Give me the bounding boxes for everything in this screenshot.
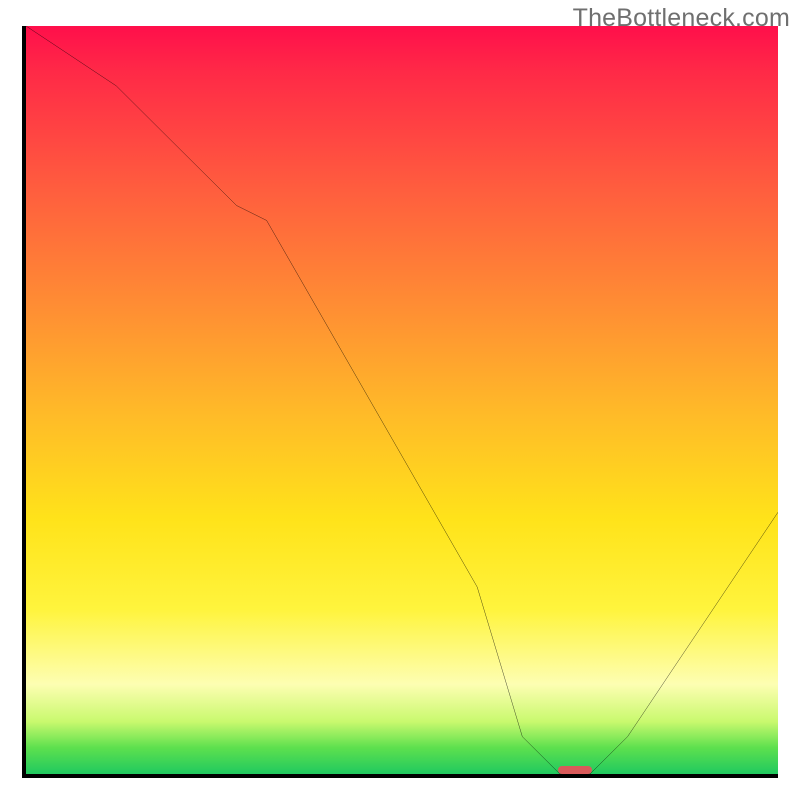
curve-layer bbox=[26, 26, 778, 774]
plot-area bbox=[22, 26, 778, 778]
optimal-marker bbox=[558, 766, 593, 774]
bottleneck-curve bbox=[26, 26, 778, 774]
chart-frame: TheBottleneck.com bbox=[0, 0, 800, 800]
